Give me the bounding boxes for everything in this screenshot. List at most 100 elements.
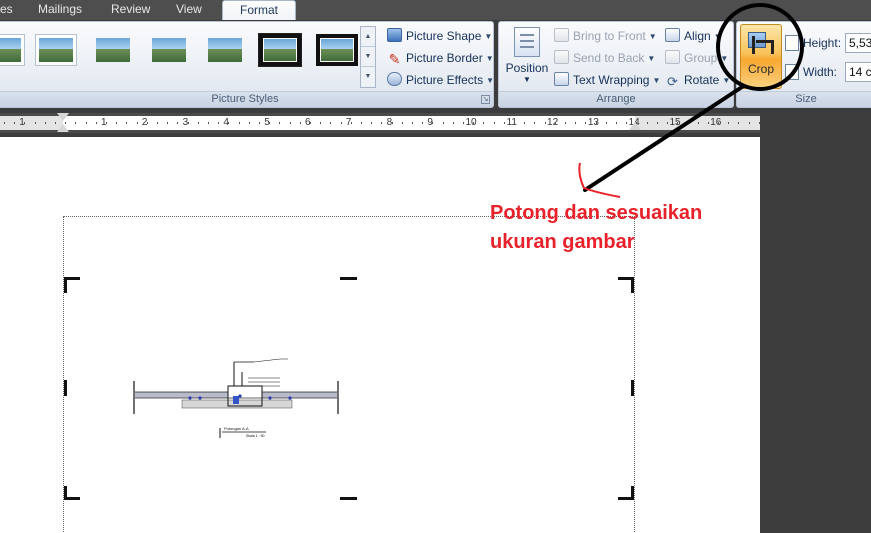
ruler-tick (188, 122, 189, 124)
text-wrapping-icon (554, 72, 569, 86)
ruler-tick (137, 122, 138, 124)
ruler-tick (177, 122, 178, 124)
tab-review[interactable]: Review (111, 0, 151, 20)
dropdown-arrow-icon: ▼ (722, 76, 731, 85)
ruler-tick (208, 122, 209, 124)
picture-border-label: Picture Border (406, 51, 483, 65)
align-label: Align (684, 29, 711, 43)
ruler-tick (667, 122, 668, 124)
picture-style-thumbnail[interactable] (92, 34, 134, 66)
dialog-launcher-icon[interactable]: ↘ (481, 95, 490, 104)
ruler-tick (167, 122, 168, 124)
ruler-number: 10 (465, 117, 477, 128)
tab-format[interactable]: Format (222, 0, 296, 20)
width-input[interactable]: 14 c (845, 62, 871, 82)
ruler-tick (14, 122, 15, 124)
ruler-tick (106, 122, 107, 124)
group-label-arrange: Arrange (499, 91, 733, 107)
ruler-tick (402, 122, 403, 124)
ribbon: ▲ ▼ ▼ Picture Shape ▼ ✎ Picture Border ▼ Pi… (0, 20, 871, 108)
gallery-down-icon[interactable]: ▼ (361, 47, 375, 67)
picture-shape-button[interactable]: Picture Shape ▼ (387, 26, 492, 46)
ruler-tick (596, 122, 597, 124)
ruler-tick (116, 122, 117, 124)
ruler-tick (198, 122, 199, 124)
ruler-tick (514, 122, 515, 124)
crop-button[interactable]: Crop (740, 24, 782, 89)
annotation-line-2: ukuran gambar (490, 231, 635, 253)
height-row: Height: (785, 32, 841, 54)
ruler-number: 11 (506, 117, 517, 128)
ruler-tick (55, 122, 56, 124)
ruler-tick (565, 122, 566, 124)
picture-style-thumbnail[interactable] (0, 34, 25, 66)
ruler-tick (534, 122, 535, 124)
group-label: Group (684, 51, 718, 65)
left-indent-marker[interactable] (57, 124, 69, 132)
picture-style-thumbnail[interactable] (148, 34, 190, 66)
picture-effects-icon (387, 72, 402, 86)
height-label: Height: (803, 36, 842, 50)
crop-handle-top-right[interactable] (631, 277, 634, 293)
rotate-button[interactable]: ⟳ Rotate ▼ (665, 70, 730, 90)
ruler-tick (473, 122, 474, 124)
right-indent-marker[interactable] (629, 122, 641, 130)
ruler-tick (35, 122, 36, 124)
ruler-tick (443, 122, 444, 124)
ruler-tick (24, 122, 25, 124)
picture-style-thumbnail-selected[interactable] (258, 33, 302, 67)
ruler-tick (728, 122, 729, 124)
crop-handle-bottom[interactable] (340, 497, 357, 500)
ruler-tick (361, 122, 362, 124)
crop-handle-left[interactable] (64, 380, 67, 396)
ruler-tick (657, 122, 658, 124)
first-line-indent-marker[interactable] (57, 113, 69, 121)
text-wrapping-button[interactable]: Text Wrapping ▼ (554, 70, 660, 90)
dropdown-arrow-icon: ▼ (720, 54, 729, 63)
height-icon (785, 35, 799, 51)
position-button[interactable]: Position ▼ (505, 27, 549, 84)
picture-style-thumbnail[interactable] (35, 34, 77, 66)
gallery-up-icon[interactable]: ▲ (361, 27, 375, 47)
ruler-tick (249, 122, 250, 124)
tab-references-partial[interactable]: es (0, 0, 20, 20)
picture-effects-button[interactable]: Picture Effects ▼ (387, 70, 494, 90)
ruler-number: 12 (547, 117, 559, 128)
picture-style-thumbnail[interactable] (316, 34, 358, 66)
group-label-picture-styles: Picture Styles ↘ (0, 91, 493, 107)
dropdown-arrow-icon: ▼ (648, 32, 657, 41)
crop-handle-bottom-left[interactable] (64, 497, 80, 500)
height-input[interactable]: 5,53 (845, 33, 871, 53)
send-to-back-button[interactable]: Send to Back ▼ (554, 48, 655, 68)
crop-handle-top-left[interactable] (64, 277, 67, 293)
tab-view[interactable]: View (176, 0, 206, 20)
annotation-line-1: Potong dan sesuaikan (490, 202, 703, 224)
horizontal-ruler[interactable]: 1 1 2 3 4 5 6 7 8 9 10 11 12 13 14 15 16 (0, 113, 760, 133)
ruler-tick (228, 122, 229, 124)
ribbon-tab-strip: es Mailings Review View Format (0, 0, 871, 20)
ruler-tick (545, 122, 546, 124)
dropdown-arrow-icon: ▼ (652, 76, 661, 85)
dropdown-arrow-icon: ▼ (485, 54, 494, 63)
bring-to-front-icon (554, 28, 569, 42)
dropdown-arrow-icon: ▼ (523, 75, 531, 84)
crop-handle-top[interactable] (340, 277, 357, 280)
ruler-tick (677, 122, 678, 124)
group-icon (665, 50, 680, 64)
ruler-number: 16 (710, 117, 722, 128)
bring-to-front-button[interactable]: Bring to Front ▼ (554, 26, 657, 46)
group-button[interactable]: Group ▼ (665, 48, 728, 68)
tab-mailings[interactable]: Mailings (38, 0, 90, 20)
crop-handle-bottom-right[interactable] (618, 497, 634, 500)
bring-to-front-label: Bring to Front (573, 29, 646, 43)
position-label: Position (505, 61, 549, 75)
picture-border-button[interactable]: ✎ Picture Border ▼ (387, 48, 494, 68)
crop-handle-right[interactable] (631, 380, 634, 396)
align-button[interactable]: Align ▼ (665, 26, 722, 46)
ruler-tick (412, 122, 413, 124)
ruler-tick (504, 122, 505, 124)
picture-style-thumbnail[interactable] (204, 34, 246, 66)
gallery-more-icon[interactable]: ▼ (361, 67, 375, 87)
ruler-tick (381, 122, 382, 124)
gallery-scroll[interactable]: ▲ ▼ ▼ (360, 26, 376, 88)
